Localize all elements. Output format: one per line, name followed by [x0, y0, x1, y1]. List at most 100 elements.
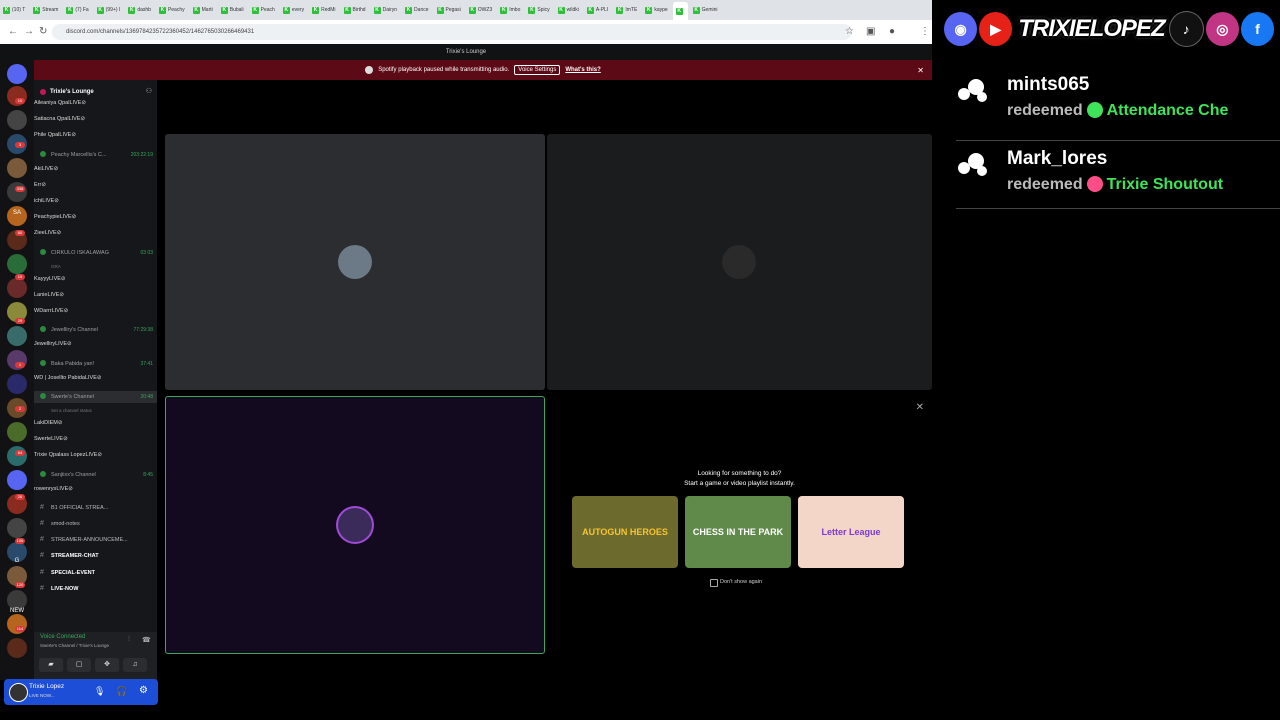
gear-icon[interactable]: ⚙	[139, 685, 148, 696]
browser-tab[interactable]: K OWZ3	[466, 3, 495, 17]
screen-share-icon[interactable]: ▢	[67, 658, 91, 672]
voice-channel[interactable]: Sanjiixx's Channel 8:45	[34, 469, 157, 481]
voice-member[interactable]: LanieLIVE⊘	[34, 292, 157, 304]
server-icon[interactable]	[7, 638, 27, 658]
browser-tab[interactable]: K Gemini	[690, 3, 721, 17]
voice-member[interactable]: Aileaniya QpalLIVE⊘	[34, 100, 157, 112]
noise-suppression-icon[interactable]: ⫶	[128, 636, 130, 644]
browser-tab[interactable]: K Marti	[190, 3, 216, 17]
server-icon[interactable]	[7, 326, 27, 346]
voice-member[interactable]: SwerteLIVE⊘	[34, 436, 157, 448]
browser-tab[interactable]: K (7) Fa	[63, 3, 91, 17]
browser-tab[interactable]: K RedMi	[309, 3, 338, 17]
camera-icon[interactable]: ▰	[39, 658, 63, 672]
server-icon[interactable]	[7, 206, 27, 226]
text-channel[interactable]: # SPECIAL-EVENT	[34, 567, 157, 579]
close-icon[interactable]: ✕	[916, 402, 924, 413]
browser-tab[interactable]: K Stream	[30, 3, 61, 17]
url-input[interactable]: discord.com/channels/1369784235722360452…	[52, 24, 852, 40]
voice-member[interactable]: WDarrrLIVE⊘	[34, 308, 157, 320]
voice-member[interactable]: JewelliryLIVE⊘	[34, 341, 157, 353]
server-icon[interactable]	[7, 110, 27, 130]
browser-tab[interactable]: K Peachy	[156, 3, 188, 17]
avatar[interactable]	[9, 683, 28, 702]
server-icon[interactable]	[7, 446, 27, 466]
voice-channel[interactable]: Baka Pabida yan! 37:41	[34, 358, 157, 370]
profile-icon[interactable]: ●	[889, 26, 895, 37]
server-icon[interactable]	[7, 254, 27, 274]
menu-icon[interactable]: ⋮	[920, 26, 930, 37]
activities-icon[interactable]: ✥	[95, 658, 119, 672]
browser-tab[interactable]: Kevery	[280, 3, 307, 17]
browser-tab[interactable]: K ImTE	[613, 3, 640, 17]
server-label[interactable]: SA	[8, 210, 26, 216]
server-icon[interactable]	[7, 374, 27, 394]
browser-tab[interactable]: K Imbo	[497, 3, 523, 17]
voice-member[interactable]: WD | Josellto PabidaLIVE⊘	[34, 375, 157, 387]
voice-member[interactable]: AkiLIVE⊘	[34, 166, 157, 178]
voice-member[interactable]: ichiLIVE⊘	[34, 198, 157, 210]
server-icon[interactable]	[7, 158, 27, 178]
browser-tab[interactable]: K	[672, 2, 688, 20]
text-channel[interactable]: # STREAMER-ANNOUNCEME...	[34, 534, 157, 546]
back-icon[interactable]: ←	[8, 26, 18, 37]
voice-member[interactable]: KayyyLIVE⊘	[34, 276, 157, 288]
voice-member[interactable]: PeachypieLIVE⊘	[34, 214, 157, 226]
voice-channel[interactable]: CIRKULO ISKALAWAG 03 03	[34, 247, 157, 259]
soundboard-icon[interactable]: ♫	[123, 658, 147, 672]
reload-icon[interactable]: ↻	[39, 26, 47, 37]
voice-member[interactable]: ZieeLIVE⊘	[34, 230, 157, 242]
text-channel[interactable]: # STREAMER-CHAT	[34, 550, 157, 562]
voice-member[interactable]: Err⊘	[34, 182, 157, 194]
browser-tab[interactable]: K Dairyn	[371, 3, 400, 17]
voice-member[interactable]: rowenrysLIVE⊘	[34, 486, 157, 498]
server-icon[interactable]	[7, 518, 27, 538]
add-member-icon[interactable]: ⚇	[146, 87, 152, 95]
text-channel[interactable]: # B1 OFFICIAL STREA...	[34, 502, 157, 514]
browser-tab[interactable]: K Birthd	[341, 3, 369, 17]
microphone-icon[interactable]: 🎙	[94, 686, 105, 697]
video-tile[interactable]	[165, 134, 545, 390]
server-icon[interactable]	[7, 182, 27, 202]
server-icon[interactable]	[7, 278, 27, 298]
browser-tab[interactable]: Kdashb	[125, 3, 154, 17]
server-icon[interactable]	[7, 64, 27, 84]
game-card-chess[interactable]: CHESS IN THE PARK	[685, 496, 791, 568]
disconnect-icon[interactable]: ☎	[142, 636, 151, 644]
game-card-letter-league[interactable]: Letter League	[798, 496, 904, 568]
text-channel[interactable]: # smod-notes	[34, 518, 157, 530]
extensions-icon[interactable]: ▣	[866, 26, 875, 37]
browser-tab[interactable]: K Spicy	[525, 3, 552, 17]
server-icon[interactable]	[7, 470, 27, 490]
video-tile[interactable]	[547, 134, 932, 390]
server-icon[interactable]	[7, 590, 27, 610]
browser-tab[interactable]: K Peach	[249, 3, 278, 17]
close-notice-icon[interactable]: ✕	[917, 66, 924, 75]
server-label[interactable]: G	[8, 558, 26, 564]
bookmark-star-icon[interactable]: ☆	[845, 26, 854, 37]
voice-member[interactable]: Satiacna QpalLIVE⊘	[34, 116, 157, 128]
server-name[interactable]: Trixie's Lounge	[50, 89, 94, 95]
video-tile-speaking[interactable]	[165, 396, 545, 654]
game-card-autogun[interactable]: AUTOGUN HEROES	[572, 496, 678, 568]
browser-tab[interactable]: K Pegasi	[434, 3, 464, 17]
headphones-icon[interactable]: 🎧	[116, 686, 127, 697]
voice-channel[interactable]: Jewelliry's Channel 77:29:38	[34, 324, 157, 336]
browser-tab[interactable]: K (10) T	[0, 3, 28, 17]
voice-member[interactable]: Phile QpalLIVE⊘	[34, 132, 157, 144]
browser-tab[interactable]: K Bubali	[218, 3, 247, 17]
voice-member[interactable]: LakiDIEM⊘	[34, 420, 157, 432]
browser-tab[interactable]: K Dance	[402, 3, 431, 17]
voice-channel[interactable]: Peachy Marcellis's C... 203:22:19	[34, 149, 157, 161]
voice-location[interactable]: Swerte's Channel / Trixie's Lounge	[40, 643, 109, 648]
voice-channel[interactable]: Swerte's Channel 20:48	[34, 390, 157, 403]
browser-tab[interactable]: K A-PLI	[584, 3, 612, 17]
voice-settings-button[interactable]: Voice Settings	[514, 65, 561, 75]
dont-show-checkbox[interactable]	[710, 579, 718, 587]
browser-tab[interactable]: Kkaype	[642, 3, 670, 17]
whats-this-link[interactable]: What's this?	[565, 67, 600, 73]
forward-icon[interactable]: →	[24, 26, 34, 37]
text-channel[interactable]: # LIVE-NOW	[34, 583, 157, 595]
browser-tab[interactable]: Kwildki	[555, 3, 582, 17]
browser-tab[interactable]: K (99+) I	[94, 3, 124, 17]
